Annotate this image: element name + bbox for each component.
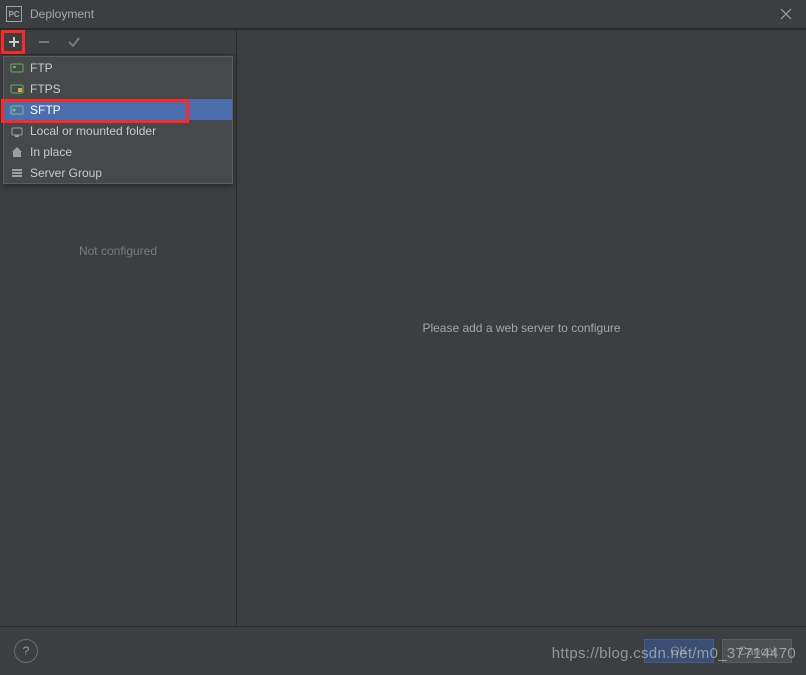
close-icon [780,8,792,20]
dialog-footer: ? OK Cancel https://blog.csdn.net/m0_377… [0,626,806,675]
help-button[interactable]: ? [14,639,38,663]
dropdown-item-ftps[interactable]: FTPS [4,78,232,99]
main-panel: Please add a web server to configure [237,30,806,626]
server-group-icon [10,166,24,180]
dropdown-item-server-group[interactable]: Server Group [4,162,232,183]
dropdown-item-local[interactable]: Local or mounted folder [4,120,232,141]
plus-icon [7,35,21,49]
sidebar-placeholder: Not configured [0,244,236,258]
dialog-body: FTP FTPS SFTP [0,29,806,626]
dropdown-item-sftp[interactable]: SFTP [4,99,232,120]
dropdown-item-inplace[interactable]: In place [4,141,232,162]
set-default-button[interactable] [64,32,84,52]
dropdown-item-label: Local or mounted folder [30,124,156,138]
local-folder-icon [10,124,24,138]
ftp-icon [10,61,24,75]
app-icon: PC [6,6,22,22]
dropdown-item-label: In place [30,145,72,159]
remove-server-button[interactable] [34,32,54,52]
server-type-dropdown: FTP FTPS SFTP [3,56,233,184]
ftps-icon [10,82,24,96]
dropdown-item-label: FTP [30,61,53,75]
dropdown-item-ftp[interactable]: FTP [4,57,232,78]
deployment-dialog: PC Deployment [0,0,806,675]
dropdown-item-label: SFTP [30,103,61,117]
cancel-button[interactable]: Cancel [722,639,792,663]
sftp-icon [10,103,24,117]
sidebar-toolbar [0,30,236,55]
dropdown-item-label: FTPS [30,82,61,96]
minus-icon [37,35,51,49]
close-button[interactable] [776,4,796,24]
titlebar: PC Deployment [0,0,806,29]
window-title: Deployment [30,7,94,21]
main-placeholder: Please add a web server to configure [422,321,620,335]
home-icon [10,145,24,159]
sidebar: FTP FTPS SFTP [0,30,237,626]
dropdown-item-label: Server Group [30,166,102,180]
ok-button[interactable]: OK [644,639,714,663]
check-icon [67,35,81,49]
add-server-button[interactable] [4,32,24,52]
